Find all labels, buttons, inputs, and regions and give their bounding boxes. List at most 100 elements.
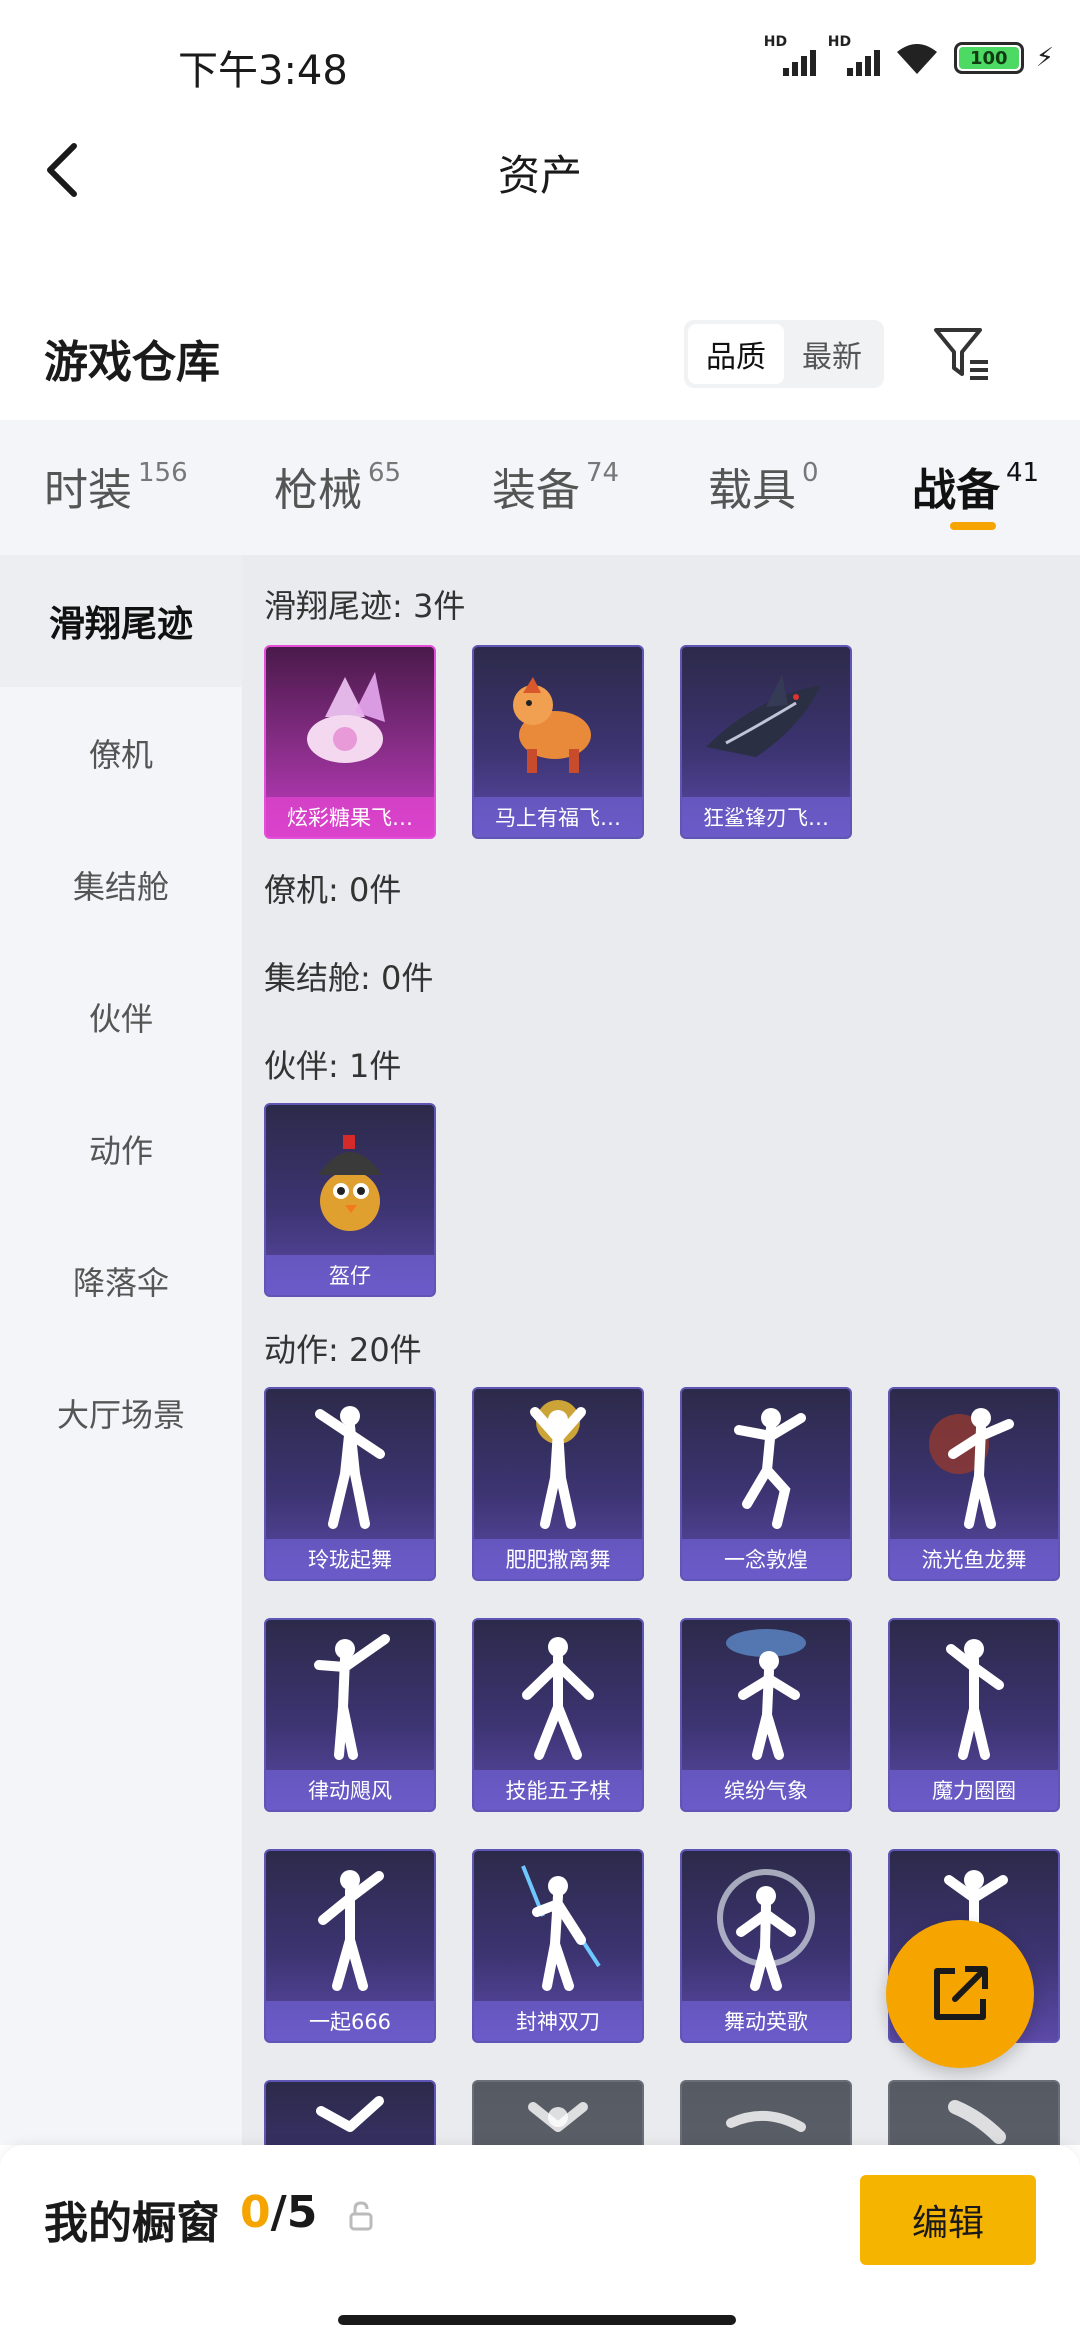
signal-icon: HD <box>828 34 880 76</box>
item-card[interactable]: 一念敦煌 <box>680 1387 852 1581</box>
dancer-silhouette-icon <box>474 2082 642 2145</box>
wifi-icon <box>896 44 937 74</box>
showcase-count-current: 0 <box>240 2187 271 2238</box>
dancer-silhouette-icon <box>682 1851 850 2001</box>
edit-button[interactable]: 编辑 <box>860 2175 1036 2265</box>
lock-icon <box>349 2201 373 2231</box>
dancer-silhouette-icon <box>890 1389 1058 1539</box>
item-name: 肥肥撒离舞 <box>474 1539 642 1579</box>
battery-icon: 100 <box>953 42 1024 74</box>
tab-label: 枪械 <box>274 465 362 516</box>
item-card[interactable]: 盔仔 <box>264 1103 436 1297</box>
item-name: 一念敦煌 <box>682 1539 850 1579</box>
dancer-silhouette-icon <box>474 1389 642 1539</box>
item-card[interactable]: 炫彩糖果飞… <box>264 645 436 839</box>
tab-label: 装备 <box>492 465 580 516</box>
tab-battle-gear[interactable]: 战备 41 <box>912 454 1039 518</box>
open-external-button[interactable] <box>886 1920 1034 2068</box>
item-card[interactable] <box>680 2080 852 2145</box>
page-title: 资产 <box>497 151 582 200</box>
tab-count: 41 <box>1006 458 1040 488</box>
showcase-count-total: /5 <box>270 2187 318 2238</box>
item-card[interactable]: 肥肥撒离舞 <box>472 1387 644 1581</box>
section-title-glide: 滑翔尾迹: 3件 <box>264 587 466 625</box>
sort-quality-button[interactable]: 品质 <box>688 324 784 384</box>
sidebar-item-wingman[interactable]: 僚机 <box>0 687 242 819</box>
showcase-bar: 我的橱窗 0/5 编辑 <box>0 2145 1080 2340</box>
tab-fashion[interactable]: 时装 156 <box>44 454 188 518</box>
dancer-silhouette-icon <box>682 2082 850 2145</box>
item-card[interactable] <box>472 2080 644 2145</box>
item-card[interactable]: 舞动英歌 <box>680 1849 852 2043</box>
section-title-wingman: 僚机: 0件 <box>264 871 402 909</box>
item-card[interactable] <box>264 2080 436 2145</box>
section-title-partner: 伙伴: 1件 <box>264 1047 402 1085</box>
dancer-silhouette-icon <box>890 1620 1058 1770</box>
sidebar-item-glide-trail[interactable]: 滑翔尾迹 <box>0 555 242 687</box>
item-name: 舞动英歌 <box>682 2001 850 2041</box>
item-name: 技能五子棋 <box>474 1770 642 1810</box>
battery-level: 100 <box>958 47 1019 69</box>
external-link-icon <box>934 1966 988 2020</box>
section-title-pod: 集结舱: 0件 <box>264 959 434 997</box>
showcase-count: 0/5 <box>240 2187 317 2238</box>
tab-label: 时装 <box>44 465 132 516</box>
item-name: 缤纷气象 <box>682 1770 850 1810</box>
tab-guns[interactable]: 枪械 65 <box>274 454 401 518</box>
charging-icon: ⚡ <box>1035 43 1054 73</box>
status-bar: 下午3:48 HD HD 100 ⚡ <box>0 0 1080 120</box>
sort-latest-button[interactable]: 最新 <box>784 324 880 384</box>
sidebar-item-emote[interactable]: 动作 <box>0 1083 242 1215</box>
item-card[interactable]: 一起666 <box>264 1849 436 2043</box>
shark-glider-icon <box>682 647 850 797</box>
tab-vehicles[interactable]: 载具 0 <box>708 454 819 518</box>
candy-glider-icon <box>266 647 434 797</box>
status-time: 下午3:48 <box>178 48 348 94</box>
tab-label: 战备 <box>912 465 1000 516</box>
item-name: 盔仔 <box>266 1255 434 1295</box>
home-indicator <box>338 2315 736 2325</box>
status-icons: HD HD 100 ⚡ <box>764 34 1054 76</box>
item-card[interactable]: 缤纷气象 <box>680 1618 852 1812</box>
dancer-silhouette-icon <box>682 1620 850 1770</box>
item-card[interactable]: 玲珑起舞 <box>264 1387 436 1581</box>
item-card[interactable]: 封神双刀 <box>472 1849 644 2043</box>
item-name: 炫彩糖果飞… <box>266 797 434 837</box>
tab-count: 65 <box>368 458 402 488</box>
sidebar-item-pod[interactable]: 集结舱 <box>0 819 242 951</box>
item-card[interactable]: 技能五子棋 <box>472 1618 644 1812</box>
item-card[interactable] <box>888 2080 1060 2145</box>
sidebar-item-partner[interactable]: 伙伴 <box>0 951 242 1083</box>
item-name: 一起666 <box>266 2001 434 2041</box>
item-name: 律动飓风 <box>266 1770 434 1810</box>
sidebar-item-lobby-scene[interactable]: 大厅场景 <box>0 1347 242 1479</box>
item-name: 狂鲨锋刃飞… <box>682 797 850 837</box>
sidebar: 滑翔尾迹 僚机 集结舱 伙伴 动作 降落伞 大厅场景 <box>0 555 242 2145</box>
filter-icon[interactable] <box>930 322 994 386</box>
item-card[interactable]: 狂鲨锋刃飞… <box>680 645 852 839</box>
category-tabs: 时装 156 枪械 65 装备 74 载具 0 战备 41 <box>0 420 1080 555</box>
hd-label: HD <box>827 34 852 50</box>
horse-glider-icon <box>474 647 642 797</box>
active-tab-indicator <box>950 522 996 530</box>
dancer-silhouette-icon <box>474 1620 642 1770</box>
item-card[interactable]: 马上有福飞… <box>472 645 644 839</box>
warehouse-title: 游戏仓库 <box>44 337 220 388</box>
hd-label: HD <box>763 34 788 50</box>
tab-count: 74 <box>586 458 620 488</box>
dancer-silhouette-icon <box>266 2082 434 2145</box>
tab-count: 156 <box>138 458 188 488</box>
sidebar-item-parachute[interactable]: 降落伞 <box>0 1215 242 1347</box>
dancer-silhouette-icon <box>890 2082 1058 2145</box>
tab-label: 载具 <box>708 465 796 516</box>
tab-equipment[interactable]: 装备 74 <box>492 454 619 518</box>
item-card[interactable]: 流光鱼龙舞 <box>888 1387 1060 1581</box>
section-title-emote: 动作: 20件 <box>264 1331 422 1369</box>
sort-toggle: 品质 最新 <box>684 320 884 388</box>
item-name: 流光鱼龙舞 <box>890 1539 1058 1579</box>
dancer-silhouette-icon <box>266 1620 434 1770</box>
item-card[interactable]: 律动飓风 <box>264 1618 436 1812</box>
item-card[interactable]: 魔力圈圈 <box>888 1618 1060 1812</box>
item-name: 魔力圈圈 <box>890 1770 1058 1810</box>
dancer-silhouette-icon <box>474 1851 642 2001</box>
